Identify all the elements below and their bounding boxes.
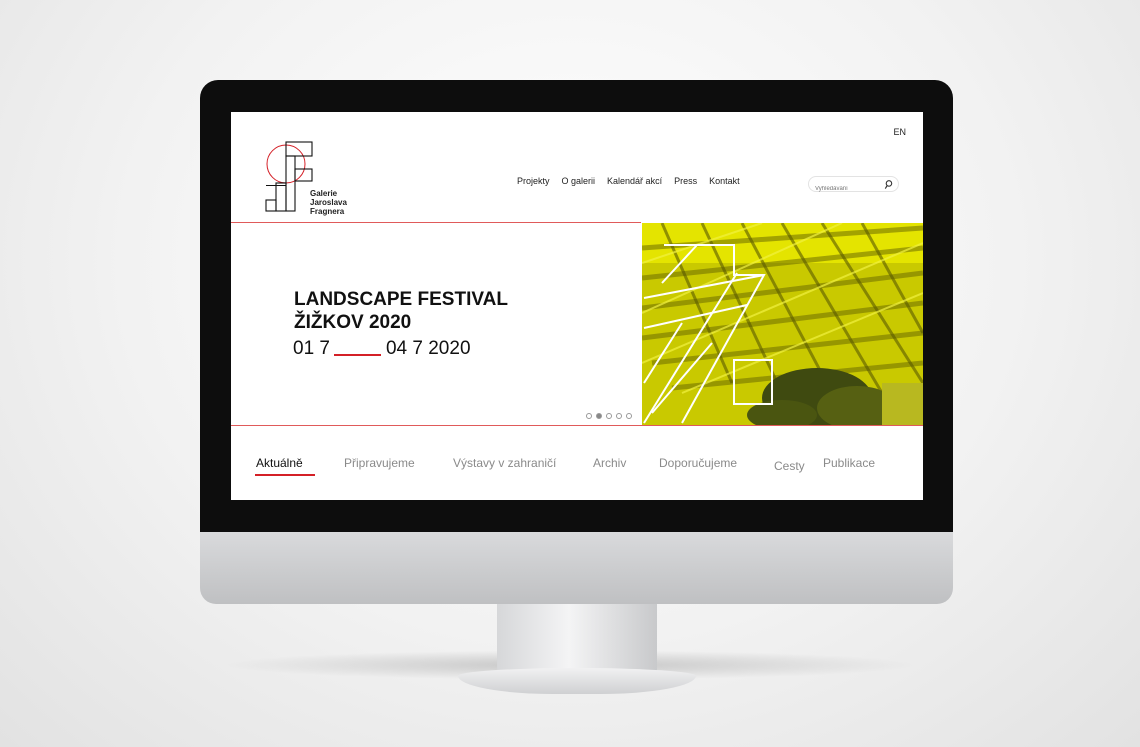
hero-title[interactable]: LANDSCAPE FESTIVAL ŽIŽKOV 2020 [294,288,508,334]
monitor-chin [200,532,953,604]
hero-date-end: 04 7 2020 [385,338,471,359]
tab-archiv[interactable]: Archiv [593,456,626,470]
search-box [808,176,899,196]
tab-cesty[interactable]: Cesty [774,459,805,473]
slider-dots [586,413,636,419]
hero-divider-top [231,222,641,223]
hero-title-line-1: LANDSCAPE FESTIVAL [294,289,508,310]
hero-divider-bottom [231,425,923,426]
slider-dot[interactable] [606,413,612,419]
monitor-stand-neck [497,604,657,674]
date-range-dash [333,354,381,356]
monitor-stand-base [458,668,696,694]
tab-pripravujeme[interactable]: Připravujeme [344,456,415,470]
slider-dot[interactable] [616,413,622,419]
slider-dot[interactable] [626,413,632,419]
active-tab-underline [255,474,315,476]
tab-doporucujeme[interactable]: Doporučujeme [659,456,737,470]
website-screen: Galerie Jaroslava Fragnera EN Projekty O… [231,112,923,500]
language-switch[interactable]: EN [893,127,906,137]
main-nav: Projekty O galerii Kalendář akcí Press K… [517,176,752,186]
hero-date-start: 01 7 [293,338,330,359]
hero-image[interactable] [642,223,923,426]
category-tabs: Aktuálně Připravujeme Výstavy v zahranič… [231,456,923,478]
slider-dot[interactable] [586,413,592,419]
search-icon[interactable] [883,179,894,190]
logo-line-3: Fragnera [310,207,345,216]
tab-publikace[interactable]: Publikace [823,456,875,470]
tab-aktualne[interactable]: Aktuálně [256,456,303,470]
hero-title-line-2: ŽIŽKOV 2020 [294,312,412,333]
logo-line-2: Jaroslava [310,198,347,207]
gallery-logo[interactable]: Galerie Jaroslava Fragnera [249,126,359,216]
nav-item-projekty[interactable]: Projekty [517,176,550,186]
logo-line-1: Galerie [310,189,338,198]
tab-vystavy-v-zahranici[interactable]: Výstavy v zahraničí [453,456,556,470]
slider-dot-active[interactable] [596,413,602,419]
nav-item-kontakt[interactable]: Kontakt [709,176,740,186]
hero-dates: 01 7 04 7 2020 [293,338,471,360]
nav-item-press[interactable]: Press [674,176,697,186]
logo-text: Galerie Jaroslava Fragnera [310,189,347,216]
nav-item-kalendar-akci[interactable]: Kalendář akcí [607,176,662,186]
nav-item-o-galerii[interactable]: O galerii [562,176,596,186]
search-input[interactable] [809,182,877,196]
